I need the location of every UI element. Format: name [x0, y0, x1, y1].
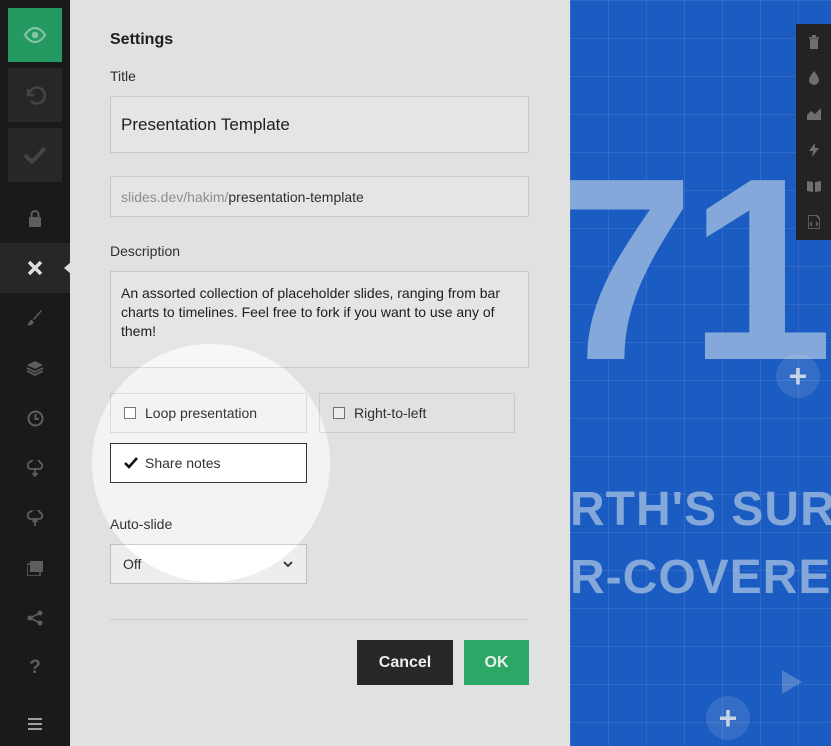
footer-divider: [110, 619, 529, 620]
question-icon: ?: [29, 657, 41, 678]
cloud-icon: [26, 509, 44, 526]
brush-icon: [27, 310, 42, 326]
description-textarea[interactable]: An assorted collection of placeholder sl…: [110, 271, 529, 368]
url-slug: presentation-template: [228, 188, 364, 205]
loop-presentation-checkbox[interactable]: Loop presentation: [110, 393, 307, 433]
share-icon: [27, 610, 43, 626]
layers-button[interactable]: [0, 343, 70, 393]
description-label: Description: [110, 243, 181, 259]
clock-icon: [27, 410, 43, 426]
import-button[interactable]: [0, 443, 70, 493]
plus-icon: +: [718, 699, 738, 736]
code-file-icon[interactable]: [796, 204, 831, 240]
help-button[interactable]: ?: [0, 643, 70, 693]
book-icon[interactable]: [796, 168, 831, 204]
lock-icon: [29, 209, 41, 227]
undo-button[interactable]: [8, 68, 62, 122]
slide-tools-bar: [796, 24, 831, 240]
plus-icon: +: [788, 357, 808, 394]
checkbox-unchecked-icon: [124, 407, 136, 419]
settings-panel: Settings Title Presentation Template sli…: [70, 0, 570, 746]
right-to-left-label: Right-to-left: [354, 405, 427, 421]
hamburger-icon: [28, 718, 42, 730]
slide-heading-line1: RTH'S SUR: [570, 483, 831, 536]
cloud-icon: [26, 459, 44, 477]
url-prefix: slides.dev/hakim/: [121, 188, 229, 205]
save-button[interactable]: [8, 128, 62, 182]
ok-button[interactable]: OK: [464, 640, 529, 685]
slide-canvas[interactable]: 71 RTH'S SUR R-COVERE + +: [570, 0, 831, 746]
undo-icon: [26, 86, 46, 105]
image-icon: [27, 560, 43, 576]
share-button[interactable]: [0, 593, 70, 643]
cancel-button[interactable]: Cancel: [357, 640, 453, 685]
title-input[interactable]: Presentation Template: [110, 96, 529, 153]
chevron-down-icon: [283, 561, 293, 568]
auto-slide-label: Auto-slide: [110, 516, 173, 532]
history-button[interactable]: [0, 393, 70, 443]
lock-button[interactable]: [0, 193, 70, 243]
layers-icon: [26, 361, 44, 376]
next-slide-arrow-icon[interactable]: [782, 670, 802, 694]
close-icon: [27, 260, 43, 276]
share-notes-checkbox[interactable]: Share notes: [110, 443, 307, 483]
add-slide-right-button[interactable]: +: [776, 354, 820, 398]
description-value: An assorted collection of placeholder sl…: [121, 285, 500, 339]
area-chart-icon[interactable]: [796, 96, 831, 132]
title-value: Presentation Template: [121, 114, 290, 134]
share-notes-label: Share notes: [145, 455, 221, 471]
close-settings-button[interactable]: [0, 243, 71, 293]
preview-button[interactable]: [8, 8, 62, 62]
slide-heading-line2: R-COVERE: [570, 551, 831, 604]
style-button[interactable]: [0, 293, 70, 343]
checkmark-icon: [23, 146, 47, 164]
loop-presentation-label: Loop presentation: [145, 405, 258, 421]
auto-slide-value: Off: [123, 556, 142, 572]
url-input[interactable]: slides.dev/hakim/presentation-template: [110, 176, 529, 217]
right-to-left-checkbox[interactable]: Right-to-left: [319, 393, 515, 433]
settings-heading: Settings: [110, 31, 174, 48]
lightning-icon[interactable]: [796, 132, 831, 168]
trash-icon[interactable]: [796, 24, 831, 60]
media-button[interactable]: [0, 543, 70, 593]
checkbox-unchecked-icon: [333, 407, 345, 419]
checkmark-icon: [124, 457, 138, 469]
title-label: Title: [110, 68, 136, 84]
menu-button[interactable]: [0, 702, 70, 746]
editor-toolbar: ?: [0, 0, 71, 746]
export-button[interactable]: [0, 493, 70, 543]
auto-slide-select[interactable]: Off: [110, 544, 307, 584]
add-slide-below-button[interactable]: +: [706, 696, 750, 740]
droplet-icon[interactable]: [796, 60, 831, 96]
eye-icon: [23, 27, 47, 43]
